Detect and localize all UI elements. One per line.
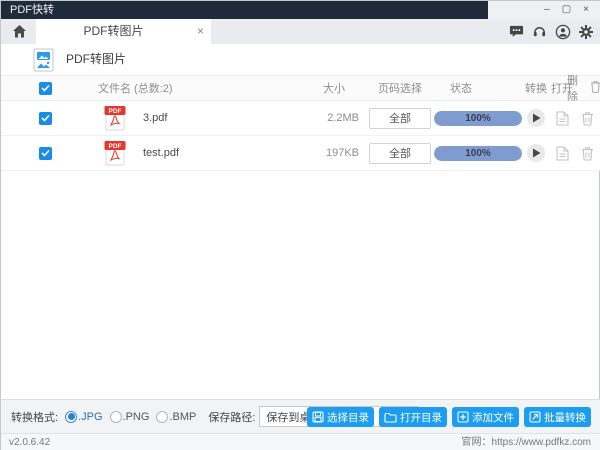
tab-bar: PDF转图片 ×: [1, 19, 600, 44]
radio-circle-icon: [156, 411, 168, 423]
radio-bmp-label: .BMP: [169, 411, 196, 423]
choose-directory-button[interactable]: 选择目录: [307, 407, 374, 427]
progress-bar: 100%: [434, 136, 522, 170]
minimize-button[interactable]: –: [544, 1, 550, 19]
app-title: PDF快转: [10, 1, 54, 19]
feedback-chat-icon[interactable]: [508, 23, 525, 40]
pdf-to-image-icon: [33, 48, 54, 77]
file-size: 2.2MB: [309, 101, 359, 135]
open-directory-button[interactable]: 打开目录: [379, 407, 447, 427]
progress-bar: 100%: [434, 101, 522, 135]
save-disk-icon: [312, 411, 324, 423]
choose-directory-label: 选择目录: [327, 410, 369, 425]
page-select-button[interactable]: 全部: [369, 143, 431, 164]
delete-file-icon[interactable]: [575, 136, 599, 170]
status-bar: v2.0.6.42 官网：https://www.pdfkz.com: [1, 433, 600, 450]
folder-icon: [384, 412, 397, 423]
file-name: test.pdf: [143, 136, 283, 170]
progress-value: 100%: [434, 111, 522, 126]
header-status: 状态: [441, 76, 481, 100]
delete-all-trash-icon[interactable]: [590, 80, 600, 96]
section-header: PDF转图片: [1, 44, 600, 75]
convert-play-button[interactable]: [527, 109, 545, 127]
row-checkbox[interactable]: [39, 101, 53, 135]
batch-convert-button[interactable]: 批量转换: [524, 407, 591, 427]
progress-value: 100%: [434, 146, 522, 161]
header-filename: 文件名 (总数:2): [98, 76, 173, 100]
batch-convert-label: 批量转换: [544, 410, 586, 425]
close-button[interactable]: ×: [583, 1, 589, 19]
header-delete: 删除: [567, 76, 600, 100]
pdf-badge-label: PDF: [109, 108, 122, 115]
radio-circle-icon: [110, 411, 122, 423]
file-size: 197KB: [309, 136, 359, 170]
file-row: PDF test.pdf 197KB 全部 100%: [1, 136, 600, 171]
tab-close-icon[interactable]: ×: [197, 19, 204, 44]
radio-png[interactable]: .PNG: [110, 411, 150, 423]
radio-circle-icon: [65, 411, 77, 423]
radio-jpg[interactable]: .JPG: [65, 411, 102, 423]
section-title: PDF转图片: [66, 44, 126, 75]
pdf-file-icon: PDF: [104, 136, 129, 170]
title-bar: PDF快转 – ▢ ×: [1, 1, 600, 19]
settings-gear-icon[interactable]: [577, 23, 594, 40]
row-checkbox[interactable]: [39, 136, 53, 170]
radio-png-label: .PNG: [123, 411, 150, 423]
delete-file-icon[interactable]: [575, 101, 599, 135]
save-path-label: 保存路径:: [208, 409, 255, 425]
support-headset-icon[interactable]: [531, 23, 548, 40]
window-controls: – ▢ ×: [488, 1, 600, 19]
header-size: 大小: [309, 76, 359, 100]
open-file-icon[interactable]: [549, 136, 575, 170]
pdf-badge-label: PDF: [109, 143, 122, 150]
page-select-button[interactable]: 全部: [369, 108, 431, 129]
select-all-checkbox[interactable]: [39, 76, 53, 100]
convert-play-button[interactable]: [527, 144, 545, 162]
file-name: 3.pdf: [143, 101, 283, 135]
pdf-file-icon: PDF: [104, 101, 129, 135]
open-file-icon[interactable]: [549, 101, 575, 135]
bottom-toolbar: 转换格式: .JPG .PNG .BMP 保存路径: 选择目录 打开目录 添加文…: [1, 399, 600, 433]
version-text: v2.0.6.42: [9, 434, 50, 450]
maximize-button[interactable]: ▢: [562, 1, 571, 19]
open-directory-label: 打开目录: [400, 410, 442, 425]
convert-icon: [529, 411, 541, 423]
add-files-label: 添加文件: [472, 410, 514, 425]
tab-label: PDF转图片: [36, 19, 191, 44]
header-delete-label: 删除: [567, 72, 587, 104]
file-row: PDF 3.pdf 2.2MB 全部 100%: [1, 101, 600, 136]
radio-bmp[interactable]: .BMP: [156, 411, 196, 423]
website-link[interactable]: 官网：https://www.pdfkz.com: [462, 434, 591, 450]
tab-pdf-to-image[interactable]: PDF转图片 ×: [36, 19, 211, 44]
plus-icon: [457, 411, 469, 423]
header-pages: 页码选择: [369, 76, 431, 100]
radio-jpg-label: .JPG: [78, 411, 102, 423]
user-account-icon[interactable]: [554, 23, 571, 40]
format-label: 转换格式:: [11, 409, 58, 425]
home-icon[interactable]: [11, 23, 28, 40]
add-files-button[interactable]: 添加文件: [452, 407, 519, 427]
header-convert: 转换: [523, 76, 549, 100]
table-header: 文件名 (总数:2) 大小 页码选择 状态 转换 打开 删除: [1, 75, 600, 101]
